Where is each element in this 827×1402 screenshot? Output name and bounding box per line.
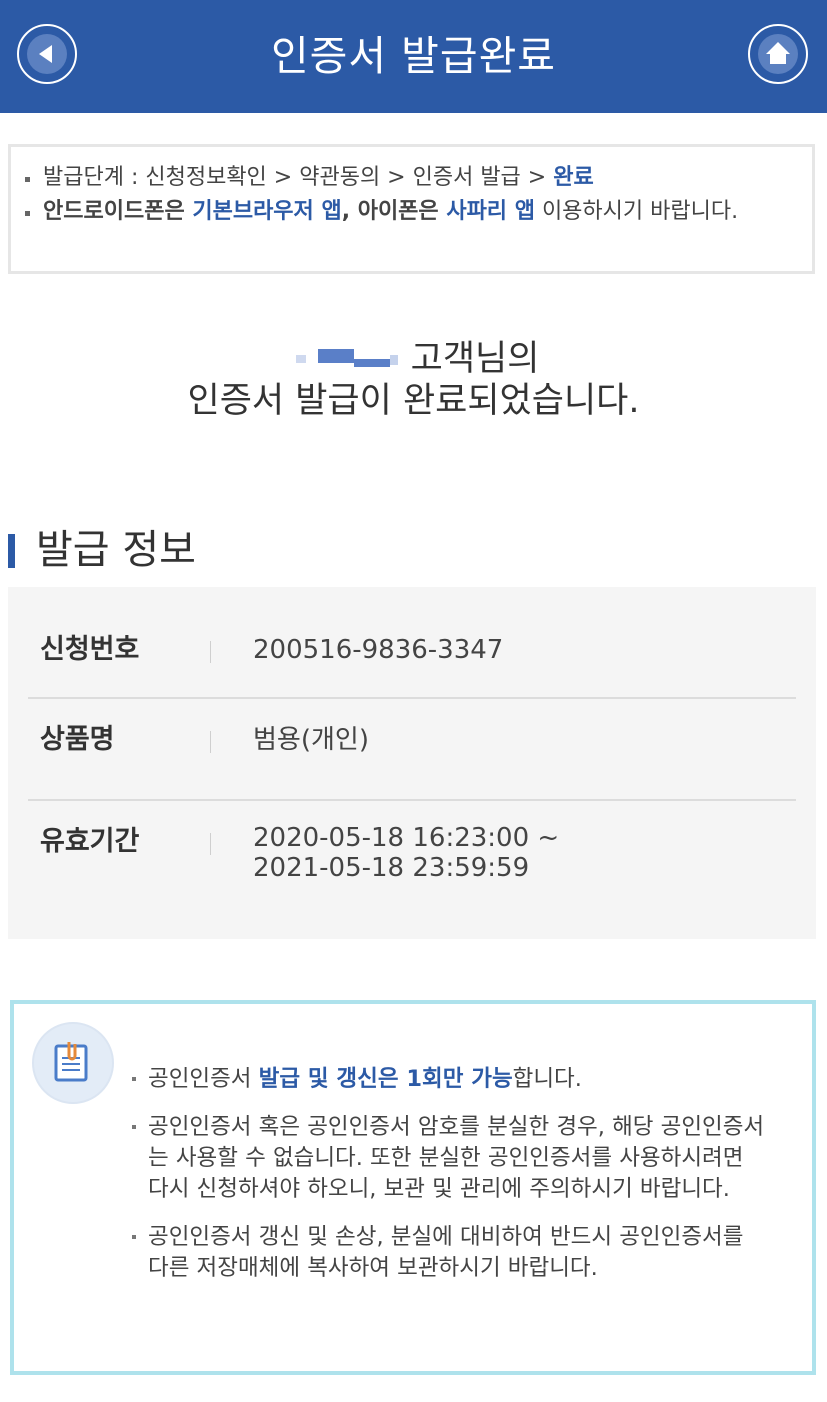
customer-suffix: 고객님의 (399, 339, 540, 379)
notepad-clip-icon (32, 1022, 114, 1104)
browser-text-e: 이용하시기 바랍니다. (534, 199, 739, 224)
guide-item: 공인인증서 혹은 공인인증서 암호를 분실한 경우, 해당 공인인증서는 사용할… (128, 1112, 768, 1205)
browser-text-d: 사파리 앱 (446, 199, 535, 224)
table-row: 상품명 범용(개인) (28, 699, 796, 801)
validity-period: 2020-05-18 16:23:00 ~ 2021-05-18 23:59:5… (253, 823, 559, 883)
guide-box: 공인인증서 발급 및 갱신은 1회만 가능합니다. 공인인증서 혹은 공인인증서… (10, 1000, 816, 1375)
guide-item: 공인인증서 갱신 및 손상, 분실에 대비하여 반드시 공인인증서를 다른 저장… (128, 1222, 768, 1284)
validity-end: 2021-05-18 23:59:59 (253, 853, 530, 883)
guide-text: 공인인증서 갱신 및 손상, 분실에 대비하여 반드시 공인인증서를 다른 저장… (148, 1224, 744, 1281)
home-button[interactable] (748, 24, 808, 84)
divider (210, 641, 211, 663)
guide-text: 합니다. (512, 1066, 582, 1092)
current-step: 완료 (553, 165, 594, 190)
guide-emphasis: 발급 및 갱신은 1회만 가능 (258, 1066, 513, 1092)
browser-text-b: 기본브라우저 앱 (192, 199, 342, 224)
application-number: 200516-9836-3347 (253, 635, 504, 665)
section-bar (8, 534, 15, 568)
home-icon (766, 42, 790, 64)
app-header: 인증서 발급완료 (0, 0, 827, 113)
issue-info-table: 신청번호 200516-9836-3347 상품명 범용(개인) 유효기간 20… (8, 587, 816, 939)
step-indicator: 발급단계 : 신청정보확인 > 약관동의 > 인증서 발급 > 완료 (25, 163, 798, 193)
browser-text-c: , 아이폰은 (341, 199, 447, 224)
completion-message: 고객님의 인증서 발급이 완료되었습니다. (0, 338, 827, 422)
guide-text: 공인인증서 (148, 1066, 259, 1092)
row-label: 상품명 (40, 724, 115, 755)
divider (210, 833, 211, 855)
guide-item: 공인인증서 발급 및 갱신은 1회만 가능합니다. (128, 1064, 768, 1095)
validity-start: 2020-05-18 16:23:00 ~ (253, 823, 560, 853)
divider (210, 731, 211, 753)
row-label: 유효기간 (40, 826, 140, 857)
redacted-name (288, 345, 400, 375)
browser-notice: 안드로이드폰은 기본브라우저 앱, 아이폰은 사파리 앱 이용하시기 바랍니다. (25, 197, 798, 227)
browser-text-a: 안드로이드폰은 (43, 199, 193, 224)
step-path-text: 발급단계 : 신청정보확인 > 약관동의 > 인증서 발급 > (43, 165, 554, 190)
completion-text: 인증서 발급이 완료되었습니다. (187, 381, 640, 421)
row-label: 신청번호 (40, 634, 140, 665)
section-title-text: 발급 정보 (36, 527, 196, 573)
guide-text: 공인인증서 혹은 공인인증서 암호를 분실한 경우, 해당 공인인증서는 사용할… (148, 1114, 765, 1202)
step-notice-box: 발급단계 : 신청정보확인 > 약관동의 > 인증서 발급 > 완료 안드로이드… (8, 144, 815, 274)
page-title: 인증서 발급완료 (270, 32, 557, 80)
product-name: 범용(개인) (253, 725, 369, 755)
customer-line: 고객님의 (0, 338, 827, 380)
table-row: 유효기간 2020-05-18 16:23:00 ~ 2021-05-18 23… (28, 801, 796, 931)
table-row: 신청번호 200516-9836-3347 (28, 609, 796, 699)
